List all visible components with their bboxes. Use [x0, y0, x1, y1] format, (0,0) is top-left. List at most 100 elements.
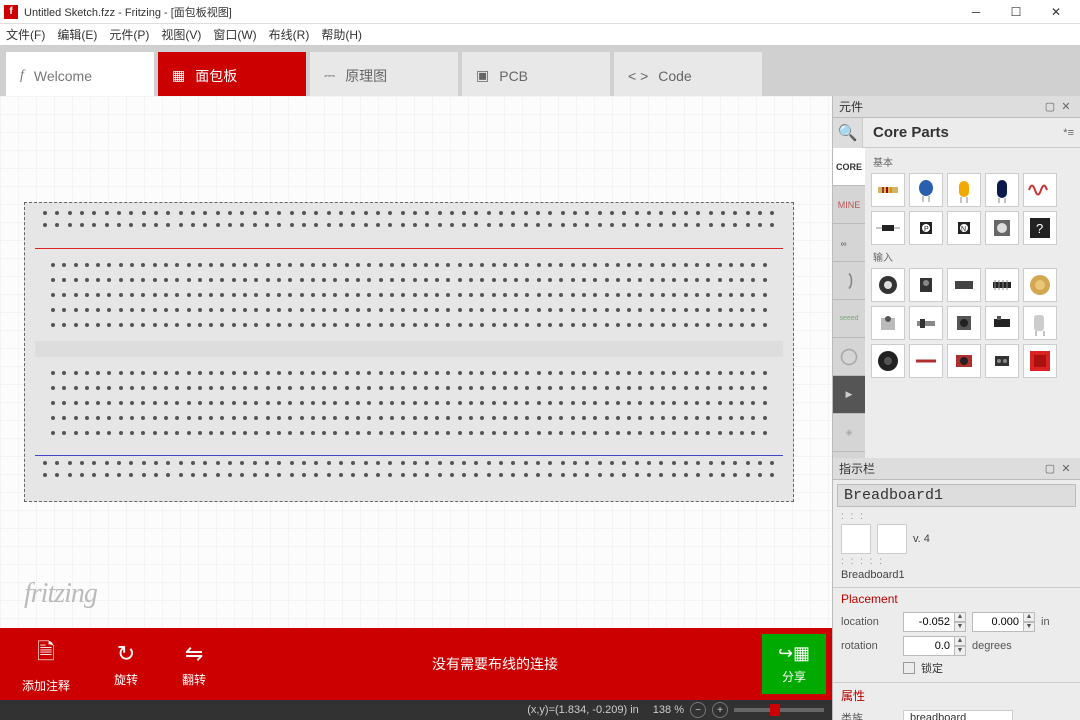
inspector-panel-header: 指示栏 ▢ ✕ [833, 458, 1080, 480]
part-speaker[interactable] [871, 344, 905, 378]
menu-file[interactable]: 文件(F) [6, 26, 45, 43]
zoom-value: 138 % [653, 704, 684, 716]
inspector-part-name[interactable]: Breadboard1 [837, 484, 1076, 507]
part-tactile-button[interactable] [947, 306, 981, 340]
app-icon: f [4, 5, 18, 19]
parts-grid[interactable]: 基本 P N ? 输入 [865, 148, 1080, 458]
bin-parallax[interactable] [833, 262, 865, 300]
part-potentiometer[interactable] [909, 268, 943, 302]
schematic-icon: ⎓ [324, 67, 335, 84]
loc-y-up[interactable]: ▲ [1023, 612, 1035, 622]
add-note-button[interactable]: 🗎 添加注释 [0, 635, 92, 694]
bin-scroll[interactable]: ◈ [833, 414, 865, 452]
part-dip-switch[interactable] [947, 268, 981, 302]
inspector-close-button[interactable]: ✕ [1058, 462, 1074, 475]
menu-window[interactable]: 窗口(W) [213, 26, 256, 43]
breadboard-icon: ▦ [172, 67, 185, 84]
part-diode[interactable] [871, 211, 905, 245]
parts-undock-button[interactable]: ▢ [1042, 100, 1058, 113]
flip-label: 翻转 [182, 671, 206, 688]
share-button[interactable]: ↪▦ 分享 [762, 634, 826, 694]
part-rotary-encoder[interactable] [871, 268, 905, 302]
rotate-button[interactable]: ↻ 旋转 [92, 641, 160, 688]
menu-view[interactable]: 视图(V) [161, 26, 201, 43]
zoom-slider[interactable] [734, 708, 824, 712]
part-sensor-module[interactable] [985, 344, 1019, 378]
parts-menu-button[interactable]: *≡ [1057, 127, 1080, 139]
lock-checkbox[interactable] [903, 662, 915, 674]
location-x-input[interactable] [903, 612, 955, 632]
status-bar: (x,y)=(1.834, -0.209) in 138 % − + [0, 700, 832, 720]
fritzing-logo: fritzing [24, 578, 97, 610]
zoom-out-button[interactable]: − [690, 702, 706, 718]
rot-down[interactable]: ▼ [954, 646, 966, 656]
part-capacitor-tantalum[interactable] [947, 173, 981, 207]
inspector-section-placement: Placement [833, 587, 1080, 610]
loc-y-down[interactable]: ▼ [1023, 622, 1035, 632]
rot-up[interactable]: ▲ [954, 636, 966, 646]
close-button[interactable]: ✕ [1036, 0, 1076, 24]
part-capacitor-electrolytic[interactable] [985, 173, 1019, 207]
parts-bin-title: Core Parts [863, 124, 1057, 141]
parts-search-button[interactable]: 🔍 [833, 118, 863, 148]
tab-schematic[interactable]: ⎓ 原理图 [310, 52, 458, 96]
view-tabs: f Welcome ▦ 面包板 ⎓ 原理图 ▣ PCB < > Code [0, 46, 1080, 96]
bin-seeed[interactable]: seeed [833, 300, 865, 338]
tab-pcb[interactable]: ▣ PCB [462, 52, 610, 96]
part-inductor[interactable] [1023, 173, 1057, 207]
part-slide-switch[interactable] [909, 306, 943, 340]
share-label: 分享 [782, 668, 806, 685]
part-resistor[interactable] [871, 173, 905, 207]
flip-icon: ⇋ [185, 641, 203, 667]
part-tilt-sensor[interactable] [1023, 306, 1057, 340]
minimize-button[interactable]: ─ [956, 0, 996, 24]
lock-label: 锁定 [921, 660, 943, 676]
bin-mine[interactable]: MINE [833, 186, 865, 224]
part-coin-cell[interactable] [1023, 268, 1057, 302]
tab-welcome[interactable]: f Welcome [6, 52, 154, 96]
breadboard-canvas[interactable]: fritzing [0, 96, 832, 628]
share-icon: ↪▦ [778, 643, 810, 664]
tab-breadboard-label: 面包板 [195, 66, 237, 86]
part-led[interactable] [985, 211, 1019, 245]
bin-arduino[interactable]: ∞ [833, 224, 865, 262]
flip-button[interactable]: ⇋ 翻转 [160, 641, 228, 688]
tab-breadboard[interactable]: ▦ 面包板 [158, 52, 306, 96]
bin-intel[interactable] [833, 338, 865, 376]
bin-more[interactable]: ▶ [833, 376, 865, 414]
part-relay[interactable] [985, 306, 1019, 340]
part-camera-module[interactable] [947, 344, 981, 378]
part-transistor-pnp[interactable]: P [909, 211, 943, 245]
parts-close-button[interactable]: ✕ [1058, 100, 1074, 113]
window-title: Untitled Sketch.fzz - Fritzing - [面包板视图] [24, 4, 956, 20]
part-breakout-red[interactable] [1023, 344, 1057, 378]
inspector-thumb-schematic[interactable] [877, 524, 907, 554]
family-value: breadboard [903, 710, 1013, 720]
part-mystery[interactable]: ? [1023, 211, 1057, 245]
breadboard-part[interactable] [24, 202, 794, 502]
rotation-input[interactable] [903, 636, 955, 656]
maximize-button[interactable]: ☐ [996, 0, 1036, 24]
location-label: location [841, 616, 897, 628]
bin-core[interactable]: CORE [833, 148, 865, 186]
loc-x-down[interactable]: ▼ [954, 622, 966, 632]
family-label: 类族 [841, 710, 897, 720]
inspector-thumb-breadboard[interactable] [841, 524, 871, 554]
location-y-input[interactable] [972, 612, 1024, 632]
menu-help[interactable]: 帮助(H) [321, 26, 362, 43]
loc-x-up[interactable]: ▲ [954, 612, 966, 622]
menu-routing[interactable]: 布线(R) [269, 26, 310, 43]
menu-edit[interactable]: 编辑(E) [57, 26, 97, 43]
menu-parts[interactable]: 元件(P) [109, 26, 149, 43]
zoom-in-button[interactable]: + [712, 702, 728, 718]
tab-code[interactable]: < > Code [614, 52, 762, 96]
inspector-undock-button[interactable]: ▢ [1042, 462, 1058, 475]
part-toggle-switch[interactable] [871, 306, 905, 340]
part-wire[interactable] [909, 344, 943, 378]
routing-status: 没有需要布线的连接 [228, 654, 762, 674]
add-note-label: 添加注释 [22, 677, 70, 694]
part-transistor-npn[interactable]: N [947, 211, 981, 245]
tab-pcb-label: PCB [499, 68, 528, 84]
part-capacitor-ceramic[interactable] [909, 173, 943, 207]
part-ic-chip[interactable] [985, 268, 1019, 302]
